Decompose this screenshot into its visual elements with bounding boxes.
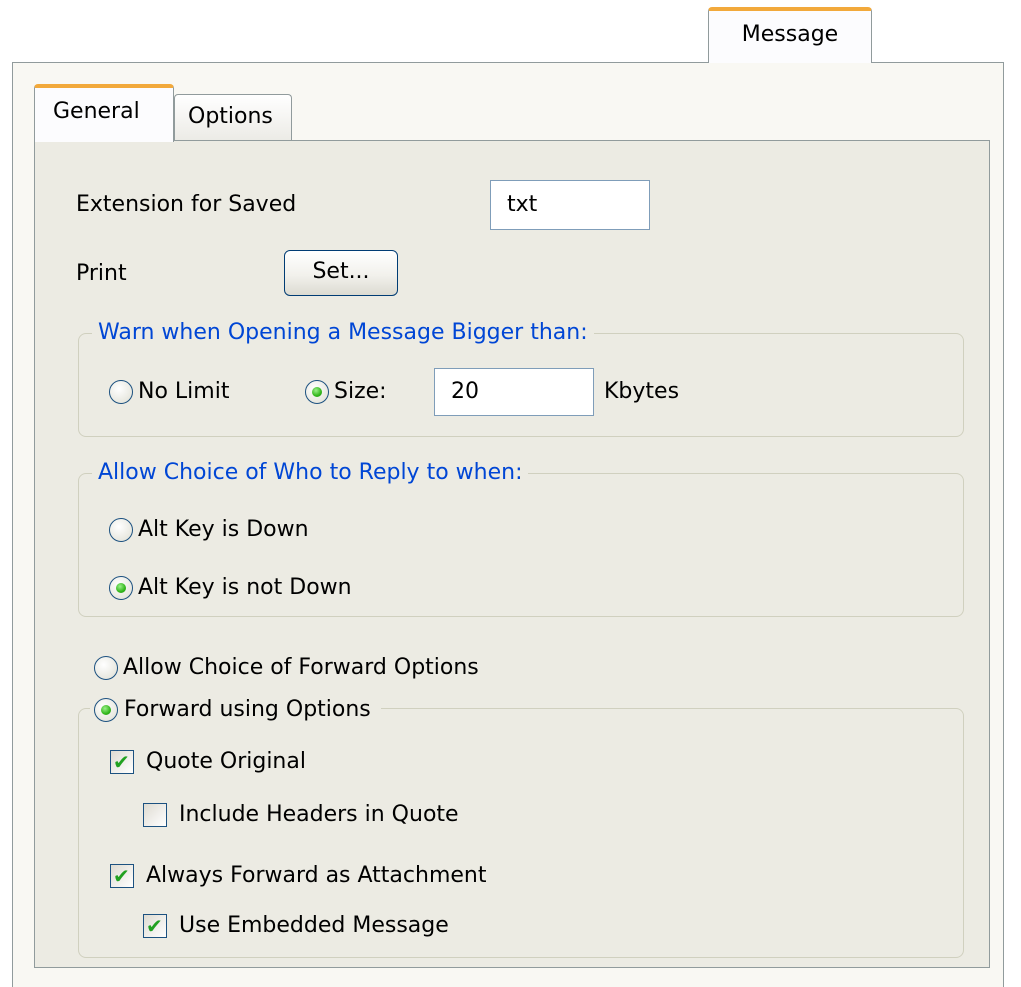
include-headers-checkbox[interactable] [143, 803, 167, 827]
size-label: Size: [334, 379, 387, 404]
alt-key-down-label: Alt Key is Down [138, 517, 309, 542]
allow-forward-choice-radio[interactable] [94, 656, 118, 680]
extension-label: Extension for Saved [76, 192, 297, 217]
size-unit-label: Kbytes [604, 379, 680, 404]
alt-key-not-down-label: Alt Key is not Down [138, 575, 352, 600]
forward-using-options-radio[interactable] [94, 698, 118, 722]
alt-key-not-down-radio[interactable] [109, 576, 133, 600]
tab-options[interactable]: Options [174, 94, 292, 140]
always-forward-attachment-label: Always Forward as Attachment [146, 863, 487, 888]
alt-key-down-radio[interactable] [109, 518, 133, 542]
warn-size-legend: Warn when Opening a Message Bigger than: [92, 320, 594, 346]
always-forward-attachment-checkbox[interactable] [110, 863, 134, 889]
quote-original-label: Quote Original [146, 749, 306, 774]
no-limit-radio[interactable] [109, 380, 133, 404]
reply-choice-legend: Allow Choice of Who to Reply to when: [92, 460, 529, 486]
extension-field[interactable]: txt [490, 180, 650, 230]
use-embedded-message-checkbox[interactable] [143, 913, 167, 939]
tab-general[interactable]: General [34, 84, 174, 142]
include-headers-label: Include Headers in Quote [179, 802, 459, 827]
no-limit-label: No Limit [138, 379, 230, 404]
print-label: Print [76, 261, 127, 286]
print-set-button[interactable]: Set... [284, 250, 398, 296]
size-field[interactable]: 20 [434, 368, 594, 416]
use-embedded-message-label: Use Embedded Message [179, 913, 449, 938]
allow-forward-choice-label: Allow Choice of Forward Options [123, 655, 479, 680]
quote-original-checkbox[interactable] [110, 749, 134, 775]
forward-options-legend: Forward using Options [90, 697, 381, 723]
size-radio[interactable] [305, 380, 329, 404]
tab-message[interactable]: Message [708, 7, 872, 63]
forward-using-options-label: Forward using Options [124, 697, 371, 722]
